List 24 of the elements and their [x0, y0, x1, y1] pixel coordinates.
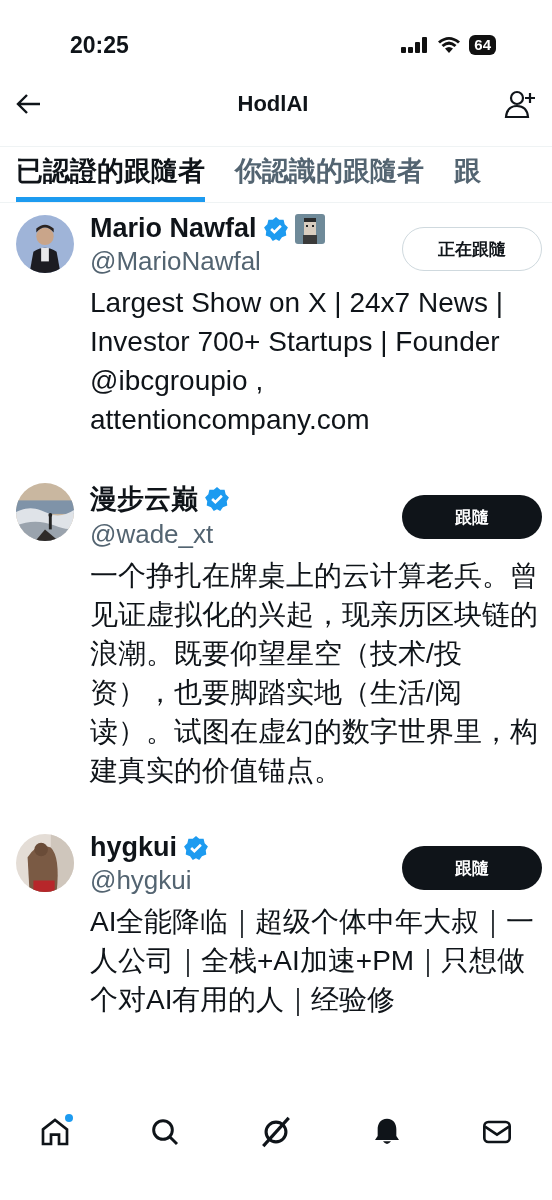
battery-level: 64 [469, 35, 496, 55]
add-user-icon[interactable] [504, 89, 536, 119]
user-handle: @MarioNawfal [90, 246, 262, 277]
home-icon [39, 1116, 71, 1148]
user-name[interactable]: 漫步云巅 [90, 481, 198, 517]
search-icon [149, 1116, 181, 1148]
follow-button[interactable]: 跟隨 [402, 846, 542, 890]
user-name[interactable]: Mario Nawfal [90, 213, 257, 244]
status-time: 20:25 [70, 31, 129, 59]
user-handle: @wade_xt [90, 519, 215, 550]
signal-icon [401, 36, 430, 54]
tab[interactable]: 跟 [454, 147, 481, 202]
user-bio: 一个挣扎在牌桌上的云计算老兵。曾见证虚拟化的兴起，现亲历区块链的浪潮。既要仰望星空（技术/投资），也要脚踏实地（生活/阅读）。试图在虚幻的数字世界里，构建真实的价值锚点。 [90, 559, 539, 788]
user-bio: AI全能降临｜超级个体中年大叔｜一人公司｜全栈+AI加速+PM｜只想做个对AI有用的人｜经验修 [90, 905, 536, 1018]
following-button[interactable]: 正在跟隨 [402, 227, 542, 271]
tab[interactable]: 已認證的跟隨者 [16, 147, 205, 202]
user-handle: @hygkui [90, 865, 193, 896]
back-arrow-icon[interactable] [16, 93, 42, 115]
tab[interactable]: 你認識的跟隨者 [235, 147, 424, 202]
wifi-icon [437, 36, 462, 54]
page-title: HodlAI [237, 91, 309, 117]
user-bio: Largest Show on X | 24x7 News | Investor 700+ Startups | Founder @ibcgroupio , attentioncompany.com [90, 286, 504, 437]
user-name[interactable]: hygkui [90, 832, 177, 863]
follow-button[interactable]: 跟隨 [402, 495, 542, 539]
